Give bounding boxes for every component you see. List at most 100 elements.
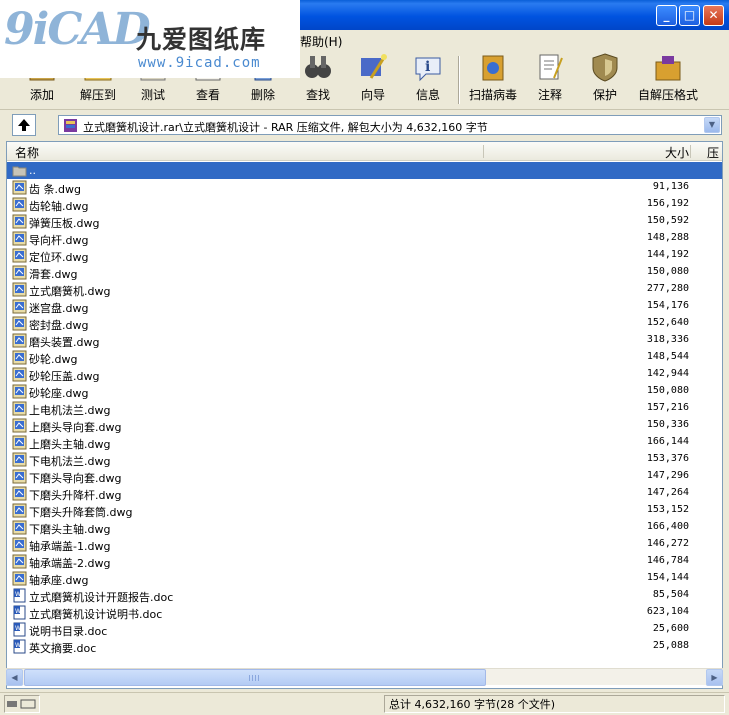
address-bar: 立式磨簧机设计.rar\立式磨簧机设计 - RAR 压缩文件, 解包大小为 4,…: [0, 112, 729, 138]
watermark-logo: 9iCAD 九爱图纸库 www.9icad.com: [0, 0, 300, 78]
dwg-file-icon: [12, 333, 27, 348]
file-size: 318,336: [646, 334, 689, 345]
file-row[interactable]: 齿 条.dwg 91,136: [7, 179, 722, 196]
file-row[interactable]: 上磨头导向套.dwg 150,336: [7, 417, 722, 434]
dwg-file-icon: [12, 486, 27, 501]
dwg-file-icon: [12, 214, 27, 229]
file-row[interactable]: 砂轮座.dwg 150,080: [7, 383, 722, 400]
dwg-file-icon: [12, 367, 27, 382]
column-name-header[interactable]: 名称: [15, 144, 39, 161]
file-size: 91,136: [652, 181, 689, 192]
up-folder-button[interactable]: [12, 114, 36, 136]
file-row[interactable]: 上电机法兰.dwg 157,216: [7, 400, 722, 417]
svg-text:W: W: [15, 608, 21, 615]
info-button[interactable]: i 信息: [400, 52, 456, 108]
dwg-file-icon: [12, 180, 27, 195]
column-divider[interactable]: [483, 145, 484, 158]
doc-file-icon: W: [13, 605, 26, 620]
file-name: 说明书目录.doc: [29, 625, 108, 638]
file-name: 下磨头升降套筒.dwg: [29, 506, 133, 519]
menu-help[interactable]: 帮助(H): [300, 33, 342, 50]
folder-icon: [12, 166, 27, 177]
file-size: 144,192: [646, 249, 689, 260]
close-button[interactable]: ✕: [703, 5, 724, 26]
file-size: 150,080: [646, 385, 689, 396]
file-name: 密封盘.dwg: [29, 319, 89, 332]
file-size: 150,336: [646, 419, 689, 430]
file-row[interactable]: 上磨头主轴.dwg 166,144: [7, 434, 722, 451]
sfx-label: 自解压格式: [637, 88, 698, 102]
file-row[interactable]: 导向杆.dwg 148,288: [7, 230, 722, 247]
dwg-file-icon: [12, 452, 27, 467]
dwg-file-icon: [12, 537, 27, 552]
dwg-file-icon: [12, 571, 27, 586]
file-row[interactable]: 下电机法兰.dwg 153,376: [7, 451, 722, 468]
file-row[interactable]: 下磨头主轴.dwg 166,400: [7, 519, 722, 536]
dwg-file-icon: [12, 248, 27, 263]
wizard-label: 向导: [360, 88, 385, 102]
sfx-button[interactable]: 自解压格式: [636, 52, 700, 108]
file-row[interactable]: 轴承端盖-1.dwg 146,272: [7, 536, 722, 553]
dwg-file-icon: [12, 384, 27, 399]
file-row[interactable]: 下磨头升降杆.dwg 147,264: [7, 485, 722, 502]
column-size-header[interactable]: 大小: [665, 144, 689, 161]
dwg-file-icon: [12, 469, 27, 484]
wizard-button[interactable]: 向导: [345, 52, 401, 108]
file-row[interactable]: 迷宫盘.dwg 154,176: [7, 298, 722, 315]
file-row[interactable]: 齿轮轴.dwg 156,192: [7, 196, 722, 213]
column-divider[interactable]: [690, 145, 691, 158]
scroll-thumb[interactable]: [24, 669, 486, 686]
file-size: 146,272: [646, 538, 689, 549]
file-size: 154,144: [646, 572, 689, 583]
file-row[interactable]: 磨头装置.dwg 318,336: [7, 332, 722, 349]
file-row[interactable]: 立式磨簧机.dwg 277,280: [7, 281, 722, 298]
file-row[interactable]: 砂轮压盖.dwg 142,944: [7, 366, 722, 383]
file-row[interactable]: 弹簧压板.dwg 150,592: [7, 213, 722, 230]
dwg-file-icon: [12, 503, 27, 518]
file-row[interactable]: 滑套.dwg 150,080: [7, 264, 722, 281]
file-row[interactable]: 下磨头导向套.dwg 147,296: [7, 468, 722, 485]
file-row[interactable]: W 英文摘要.doc 25,088: [7, 638, 722, 655]
sfx-icon: [655, 56, 681, 81]
protect-button[interactable]: 保护: [577, 52, 633, 108]
file-row[interactable]: W 立式磨簧机设计说明书.doc 623,104: [7, 604, 722, 621]
scroll-left-icon[interactable]: ◀: [6, 669, 23, 686]
dwg-file-icon: [12, 316, 27, 331]
file-row[interactable]: 轴承座.dwg 154,144: [7, 570, 722, 587]
file-row[interactable]: 下磨头升降套筒.dwg 153,152: [7, 502, 722, 519]
logo-mark: 9iCAD: [4, 4, 151, 55]
delete-label: 删除: [250, 88, 275, 102]
scroll-right-icon[interactable]: ▶: [706, 669, 723, 686]
comment-button[interactable]: 注释: [522, 52, 578, 108]
horizontal-scrollbar[interactable]: ◀ ▶: [6, 668, 723, 686]
file-name: 上电机法兰.dwg: [29, 404, 111, 417]
file-row[interactable]: W 说明书目录.doc 25,600: [7, 621, 722, 638]
file-name: 立式磨簧机.dwg: [29, 285, 111, 298]
file-row[interactable]: W 立式磨簧机设计开题报告.doc 85,504: [7, 587, 722, 604]
logo-title: 九爱图纸库: [136, 25, 267, 54]
path-combobox[interactable]: 立式磨簧机设计.rar\立式磨簧机设计 - RAR 压缩文件, 解包大小为 4,…: [58, 115, 722, 135]
file-row[interactable]: 密封盘.dwg 152,640: [7, 315, 722, 332]
file-name: ..: [29, 164, 36, 177]
file-name: 导向杆.dwg: [29, 234, 89, 247]
file-size: 148,288: [646, 232, 689, 243]
scan-virus-button[interactable]: 扫描病毒: [465, 52, 521, 108]
file-name: 下磨头升降杆.dwg: [29, 489, 122, 502]
file-name: 齿 条.dwg: [29, 183, 81, 196]
doc-file-icon: W: [13, 639, 26, 654]
minimize-button[interactable]: _: [656, 5, 677, 26]
protect-label: 保护: [592, 88, 617, 102]
file-row[interactable]: ..: [7, 162, 722, 179]
file-row[interactable]: 砂轮.dwg 148,544: [7, 349, 722, 366]
file-row[interactable]: 定位环.dwg 144,192: [7, 247, 722, 264]
svg-text:W: W: [15, 591, 21, 598]
scroll-grip: [249, 675, 261, 681]
file-name: 上磨头主轴.dwg: [29, 438, 111, 451]
file-row[interactable]: 轴承端盖-2.dwg 146,784: [7, 553, 722, 570]
file-size: 150,080: [646, 266, 689, 277]
maximize-button[interactable]: □: [679, 5, 700, 26]
chevron-down-icon[interactable]: ▼: [704, 117, 720, 133]
dwg-file-icon: [12, 554, 27, 569]
file-name: 轴承端盖-2.dwg: [29, 557, 111, 570]
toolbar-separator: [458, 56, 460, 104]
